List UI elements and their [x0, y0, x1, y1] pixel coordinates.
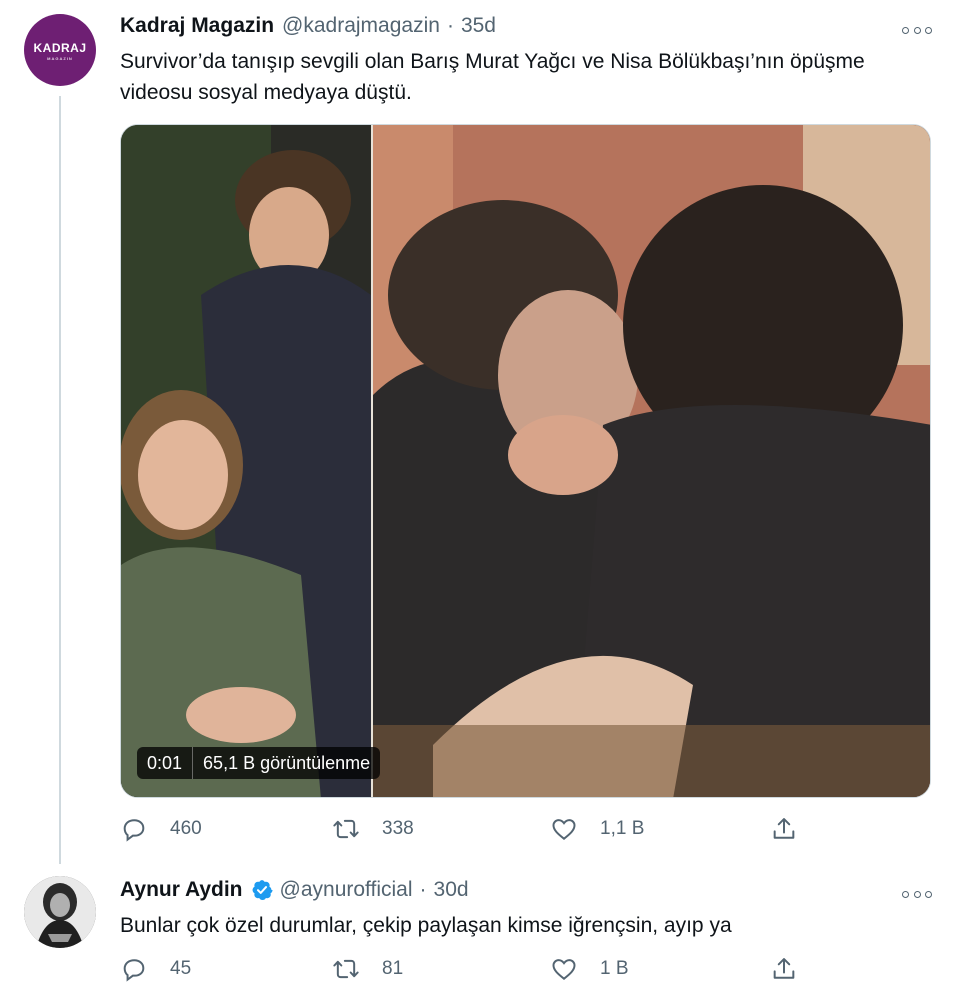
- reply-icon: [123, 959, 145, 982]
- video-view-count: 65,1 B görüntülenme: [192, 747, 380, 779]
- separator-dot: ·: [446, 14, 454, 37]
- thread-line: [59, 96, 61, 864]
- share-icon: [773, 818, 795, 839]
- author-name[interactable]: Aynur Aydin: [120, 878, 243, 902]
- verified-icon: [252, 880, 273, 900]
- like-icon: [552, 959, 576, 980]
- tweet-actions: 45 81 1 B: [120, 954, 840, 984]
- tweet-text: Bunlar çok özel durumlar, çekip paylaşan…: [120, 914, 732, 937]
- separator-dot: ·: [419, 878, 427, 901]
- share-button[interactable]: [770, 814, 798, 844]
- retweet-button[interactable]: 338: [332, 814, 414, 844]
- tweet-video[interactable]: 0:01 65,1 B görüntülenme: [120, 124, 931, 798]
- avatar-logo-text: KADRAJ: [33, 41, 87, 55]
- reply-button[interactable]: 45: [120, 954, 191, 984]
- avatar-photo: [24, 876, 96, 948]
- more-icon[interactable]: [902, 20, 932, 40]
- tweet-age[interactable]: 35d: [461, 14, 496, 38]
- avatar-logo: KADRAJ MAGAZIN: [24, 41, 96, 61]
- tweet-aynur[interactable]: Aynur Aydin @aynurofficial · 30d Bunlar …: [0, 870, 954, 1000]
- video-frame-right-illustration: [373, 125, 930, 797]
- video-frame-right: [373, 125, 930, 797]
- tweet-actions: 460 338 1,1 B: [120, 814, 840, 844]
- retweet-icon: [333, 819, 359, 839]
- video-frame-left-illustration: [121, 125, 371, 797]
- avatar-logo-subtext: MAGAZIN: [47, 56, 73, 61]
- retweet-count: 338: [382, 818, 414, 839]
- like-button[interactable]: 1 B: [550, 954, 629, 984]
- reply-icon: [123, 819, 145, 842]
- retweet-button[interactable]: 81: [332, 954, 403, 984]
- like-button[interactable]: 1,1 B: [550, 814, 644, 844]
- like-count: 1 B: [600, 958, 629, 979]
- share-icon: [773, 958, 795, 979]
- video-frame-left: [121, 125, 371, 797]
- video-badges: 0:01 65,1 B görüntülenme: [137, 747, 381, 779]
- author-handle[interactable]: @kadrajmagazin: [282, 14, 440, 38]
- author-handle[interactable]: @aynurofficial: [280, 878, 413, 902]
- retweet-icon: [333, 959, 359, 979]
- tweet-age[interactable]: 30d: [434, 878, 469, 902]
- author-name[interactable]: Kadraj Magazin: [120, 14, 274, 38]
- like-icon: [552, 819, 576, 840]
- avatar[interactable]: KADRAJ MAGAZIN: [24, 14, 96, 86]
- video-duration: 0:01: [147, 753, 183, 773]
- reply-button[interactable]: 460: [120, 814, 202, 844]
- tweet-kadraj[interactable]: KADRAJ MAGAZIN Kadraj Magazin @kadrajmag…: [0, 0, 954, 870]
- avatar[interactable]: [24, 876, 96, 948]
- share-button[interactable]: [770, 954, 798, 984]
- more-icon[interactable]: [902, 884, 932, 904]
- tweet-text: Survivor’da tanışıp sevgili olan Barış M…: [120, 50, 865, 104]
- reply-count: 45: [170, 958, 192, 979]
- retweet-count: 81: [382, 958, 404, 979]
- like-count: 1,1 B: [600, 818, 645, 839]
- reply-count: 460: [170, 818, 202, 839]
- tweet-header: Kadraj Magazin @kadrajmagazin · 35d: [120, 12, 496, 40]
- tweet-header: Aynur Aydin @aynurofficial · 30d: [120, 876, 469, 904]
